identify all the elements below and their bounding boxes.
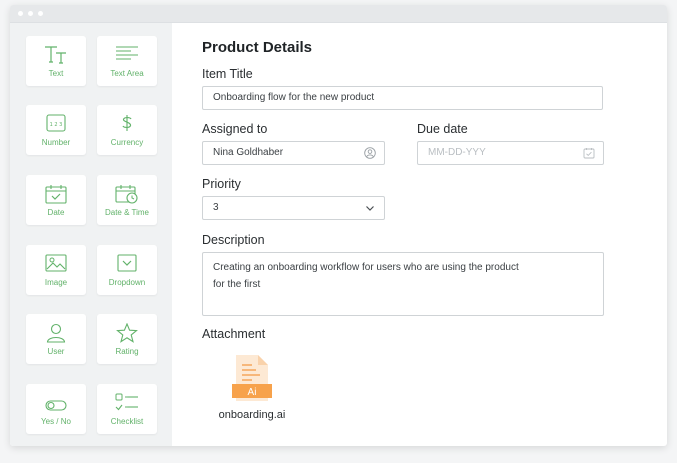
palette-item-label: Image [44,278,68,287]
palette-item-date-time[interactable]: Date & Time [97,175,157,225]
calendar-icon[interactable] [583,147,595,159]
assigned-to-value: Nina Goldhaber [213,147,284,158]
priority-select[interactable]: 3 [202,196,385,220]
window-maximize-dot[interactable] [38,11,43,16]
calendar-icon [45,185,67,204]
user-circle-icon[interactable] [364,147,376,159]
description-textarea[interactable]: Creating an onboarding workflow for user… [202,252,604,316]
palette-item-date[interactable]: Date [26,175,86,225]
item-title-label: Item Title [202,67,253,81]
palette-item-label: Text Area [110,69,144,78]
checklist-icon [115,393,138,411]
number-glyph: 1 2 3 [50,122,63,128]
attachment-file-name[interactable]: onboarding.ai [202,409,302,421]
palette-item-text[interactable]: Text [26,36,86,86]
palette-item-label: Yes / No [41,417,71,426]
chevron-down-icon[interactable] [364,202,376,214]
palette-item-rating[interactable]: Rating [97,314,157,364]
text-icon [45,46,66,64]
product-details-form: Product Details Item Title Onboarding fl… [172,23,667,446]
priority-value: 3 [213,202,219,213]
ai-file-badge: Ai [248,387,257,398]
dollar-icon [122,115,132,131]
item-title-value: Onboarding flow for the new product [213,92,375,103]
palette-item-checklist[interactable]: Checklist [97,384,157,434]
due-date-placeholder: MM-DD-YYY [428,147,486,158]
description-value: Creating an onboarding workflow for user… [213,262,519,290]
palette-item-label: Dropdown [108,278,146,287]
page-title: Product Details [202,39,313,56]
priority-label: Priority [202,177,241,191]
attachment-label: Attachment [202,327,266,341]
palette-item-label: Text [48,69,64,78]
palette-item-label: Rating [115,347,139,356]
assigned-to-label: Assigned to [202,122,268,136]
description-label: Description [202,233,265,247]
palette-item-label: Date & Time [104,208,149,217]
palette-item-image[interactable]: Image [26,245,86,295]
palette-item-label: Number [41,138,71,147]
palette-item-number[interactable]: 1 2 3 Number [26,105,86,155]
dropdown-icon [117,254,137,272]
due-date-label: Due date [417,122,468,136]
ai-file-icon[interactable]: Ai [230,353,274,405]
field-palette: Text Text Area 1 2 3 Number Currency Dat… [10,23,172,446]
window-titlebar [10,5,667,23]
window-minimize-dot[interactable] [28,11,33,16]
palette-item-user[interactable]: User [26,314,86,364]
window-close-dot[interactable] [18,11,23,16]
text-area-icon [116,46,138,60]
toggle-icon [45,400,67,411]
palette-item-label: Currency [110,138,144,147]
palette-item-text-area[interactable]: Text Area [97,36,157,86]
palette-item-currency[interactable]: Currency [97,105,157,155]
user-icon [46,323,66,343]
palette-item-label: Date [47,208,65,217]
app-window: Text Text Area 1 2 3 Number Currency Dat… [10,5,667,446]
star-icon [116,323,138,343]
due-date-input[interactable]: MM-DD-YYY [417,141,604,165]
item-title-input[interactable]: Onboarding flow for the new product [202,86,603,110]
image-icon [45,254,67,272]
palette-item-label: User [47,347,65,356]
assigned-to-input[interactable]: Nina Goldhaber [202,141,385,165]
palette-item-dropdown[interactable]: Dropdown [97,245,157,295]
palette-item-yes-no[interactable]: Yes / No [26,384,86,434]
palette-item-label: Checklist [110,417,144,426]
number-icon: 1 2 3 [46,114,66,132]
calendar-clock-icon [115,185,138,204]
